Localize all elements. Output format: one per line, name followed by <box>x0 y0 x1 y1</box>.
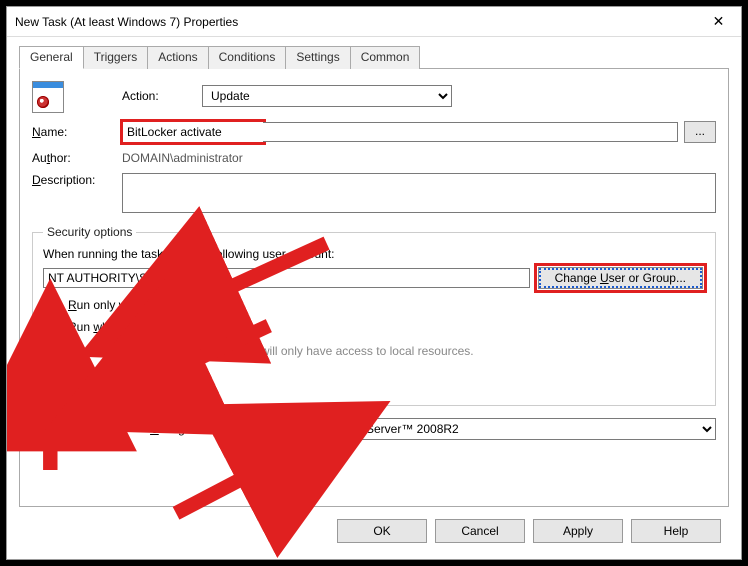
security-prompt: When running the task, use the following… <box>43 247 705 261</box>
close-icon: ✕ <box>713 13 725 30</box>
description-textarea[interactable] <box>122 173 716 213</box>
radio-logged-on[interactable] <box>48 300 61 313</box>
radio-logged-on-label: Run only when user is logged on <box>68 298 242 312</box>
name-input[interactable] <box>123 122 263 142</box>
tab-settings[interactable]: Settings <box>285 46 350 69</box>
tab-actions[interactable]: Actions <box>147 46 208 69</box>
task-icon <box>32 81 64 113</box>
tab-triggers[interactable]: Triggers <box>83 46 149 69</box>
author-value: DOMAIN\administrator <box>122 151 243 165</box>
browse-button[interactable]: ... <box>684 121 716 143</box>
titlebar[interactable]: New Task (At least Windows 7) Properties… <box>7 7 741 37</box>
checkbox-donotstore <box>65 344 78 357</box>
close-button[interactable]: ✕ <box>696 7 741 37</box>
author-label: Author: <box>32 151 122 165</box>
name-label: Name: <box>32 125 122 139</box>
general-panel: Action: Update Name: ... Author: DOMAIN\… <box>19 68 729 507</box>
change-user-button[interactable]: Change User or Group... <box>538 267 703 289</box>
action-select[interactable]: Update <box>202 85 452 107</box>
ok-button[interactable]: OK <box>337 519 427 543</box>
security-legend: Security options <box>43 225 136 239</box>
tab-conditions[interactable]: Conditions <box>208 46 287 69</box>
hidden-label: Hidden <box>56 422 94 436</box>
tab-common[interactable]: Common <box>350 46 421 69</box>
help-button[interactable]: Help <box>631 519 721 543</box>
checkbox-hidden[interactable] <box>36 423 49 436</box>
radio-whether-label: Run whether user is logged on or not <box>68 320 265 334</box>
window-title: New Task (At least Windows 7) Properties <box>15 15 696 29</box>
configure-for-select[interactable]: Windows® 7, Windows Server™ 2008R2 <box>231 418 716 440</box>
name-input-ext[interactable] <box>263 122 678 142</box>
tab-general[interactable]: General <box>19 46 84 69</box>
tabstrip: General Triggers Actions Conditions Sett… <box>19 45 729 68</box>
dialog-footer: OK Cancel Apply Help <box>19 507 729 547</box>
donotstore-label: Do not store password. The task will onl… <box>85 344 474 358</box>
security-options-group: Security options When running the task, … <box>32 225 716 406</box>
cancel-button[interactable]: Cancel <box>435 519 525 543</box>
radio-whether[interactable] <box>48 322 61 335</box>
user-account-field[interactable] <box>43 268 530 288</box>
apply-button[interactable]: Apply <box>533 519 623 543</box>
properties-dialog: New Task (At least Windows 7) Properties… <box>6 6 742 560</box>
action-label: Action: <box>122 89 202 103</box>
highest-priv-label: Run with highest privileges <box>67 373 210 387</box>
description-label: Description: <box>32 173 122 187</box>
configure-for-label: Configure for: <box>150 422 223 436</box>
checkbox-highest-priv[interactable] <box>47 373 60 386</box>
